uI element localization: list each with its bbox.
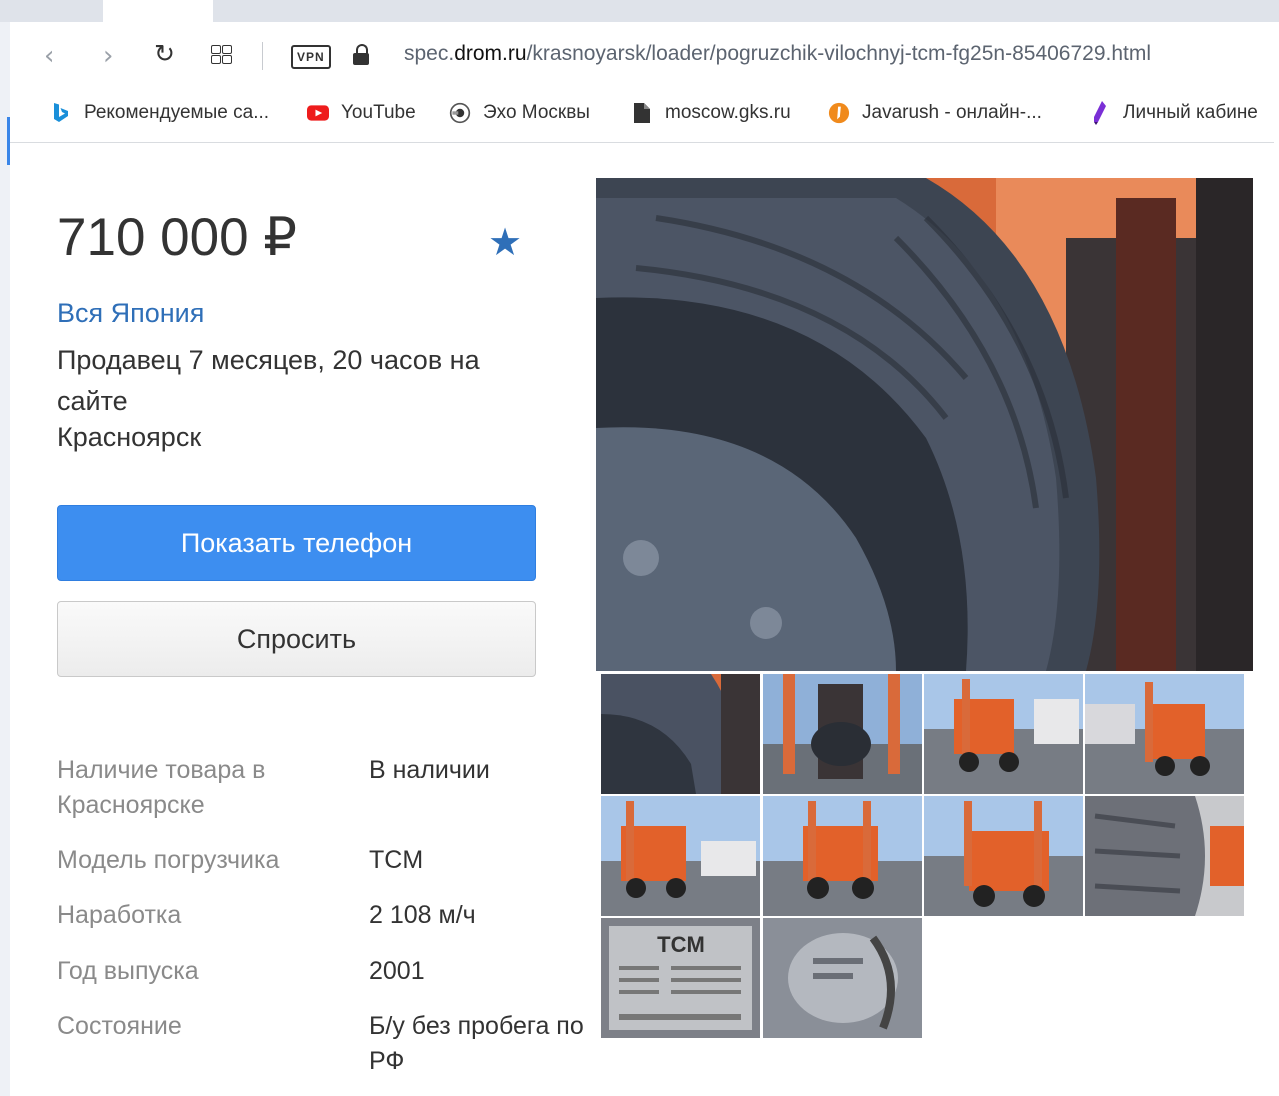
document-icon bbox=[631, 102, 653, 124]
spec-value-year: 2001 bbox=[369, 957, 425, 985]
bookmark-recommended[interactable]: Рекомендуемые са... bbox=[50, 100, 269, 126]
thumbnail[interactable] bbox=[1085, 796, 1244, 916]
bookmark-label: Эхо Москвы bbox=[483, 102, 590, 123]
javarush-icon bbox=[828, 102, 850, 124]
chevron-left-icon[interactable]: ‹ bbox=[44, 38, 54, 74]
bookmark-cabinet[interactable]: Личный кабине bbox=[1089, 100, 1258, 126]
thumbnail[interactable] bbox=[924, 674, 1083, 794]
url-prefix: spec. bbox=[404, 42, 455, 65]
bookmark-label: Рекомендуемые са... bbox=[84, 102, 270, 123]
url-domain: drom.ru bbox=[454, 42, 527, 65]
side-panel-strip bbox=[0, 22, 10, 1096]
thumbnail[interactable] bbox=[924, 796, 1083, 916]
bookmark-label: moscow.gks.ru bbox=[665, 102, 791, 123]
spec-value-availability: В наличии bbox=[369, 756, 490, 784]
thumbnail[interactable] bbox=[1085, 674, 1244, 794]
bookmark-youtube[interactable]: YouTube bbox=[307, 100, 416, 126]
seller-link[interactable]: Вся Япония bbox=[57, 298, 204, 329]
grid-icon[interactable] bbox=[211, 45, 233, 65]
nameplate-text: TCM bbox=[657, 932, 705, 957]
spec-value-condition: Б/у без пробега по РФ bbox=[369, 1012, 584, 1075]
ask-button[interactable]: Спросить bbox=[57, 601, 536, 677]
active-tab[interactable] bbox=[103, 0, 213, 22]
vpn-badge[interactable]: VPN bbox=[291, 45, 331, 69]
bookmark-gks[interactable]: moscow.gks.ru bbox=[631, 100, 791, 126]
spec-label-condition: Состояние bbox=[57, 1012, 182, 1040]
cabinet-icon bbox=[1089, 101, 1111, 125]
thumbnail[interactable] bbox=[763, 796, 922, 916]
toolbar-separator bbox=[262, 42, 263, 70]
spec-label-model: Модель погрузчика bbox=[57, 846, 280, 874]
thumbnail[interactable] bbox=[601, 796, 760, 916]
bookmark-label: Личный кабине bbox=[1123, 102, 1258, 123]
bookmark-javarush[interactable]: Javarush - онлайн-... bbox=[828, 100, 1042, 126]
spec-label-availability: Наличие товара в Красноярске bbox=[57, 756, 266, 819]
spec-label-hours: Наработка bbox=[57, 901, 182, 929]
chevron-right-icon[interactable]: › bbox=[103, 38, 113, 74]
lock-icon[interactable] bbox=[352, 44, 370, 66]
main-photo[interactable] bbox=[596, 178, 1253, 671]
echo-icon bbox=[449, 102, 471, 124]
show-phone-button[interactable]: Показать телефон bbox=[57, 505, 536, 581]
url-text[interactable]: spec.drom.ru/krasnoyarsk/loader/pogruzch… bbox=[404, 42, 1274, 66]
thumbnail[interactable] bbox=[601, 674, 760, 794]
bookmark-label: YouTube bbox=[341, 102, 416, 123]
listing-city: Красноярск bbox=[57, 422, 202, 452]
bookmark-label: Javarush - онлайн-... bbox=[862, 102, 1042, 123]
reload-icon[interactable]: ↻ bbox=[154, 39, 175, 68]
url-path: /krasnoyarsk/loader/pogruzchik-vilochnyj… bbox=[526, 42, 1152, 65]
star-icon[interactable]: ★ bbox=[488, 220, 522, 264]
youtube-icon bbox=[307, 102, 329, 124]
spec-value-hours: 2 108 м/ч bbox=[369, 901, 476, 929]
spec-label-year: Год выпуска bbox=[57, 957, 199, 985]
spec-value-model: TCM bbox=[369, 846, 424, 874]
bookmark-echo[interactable]: Эхо Москвы bbox=[449, 100, 590, 126]
thumbnail[interactable] bbox=[763, 674, 922, 794]
thumbnail[interactable]: TCM bbox=[601, 918, 760, 1038]
thumbnail-grid: TCM bbox=[601, 674, 1245, 1038]
listing-price: 710 000 ₽ bbox=[57, 208, 298, 267]
bing-icon bbox=[50, 102, 72, 124]
seller-since: Продавец 7 месяцев, 20 часов на сайте bbox=[57, 345, 480, 416]
thumbnail[interactable] bbox=[763, 918, 922, 1038]
